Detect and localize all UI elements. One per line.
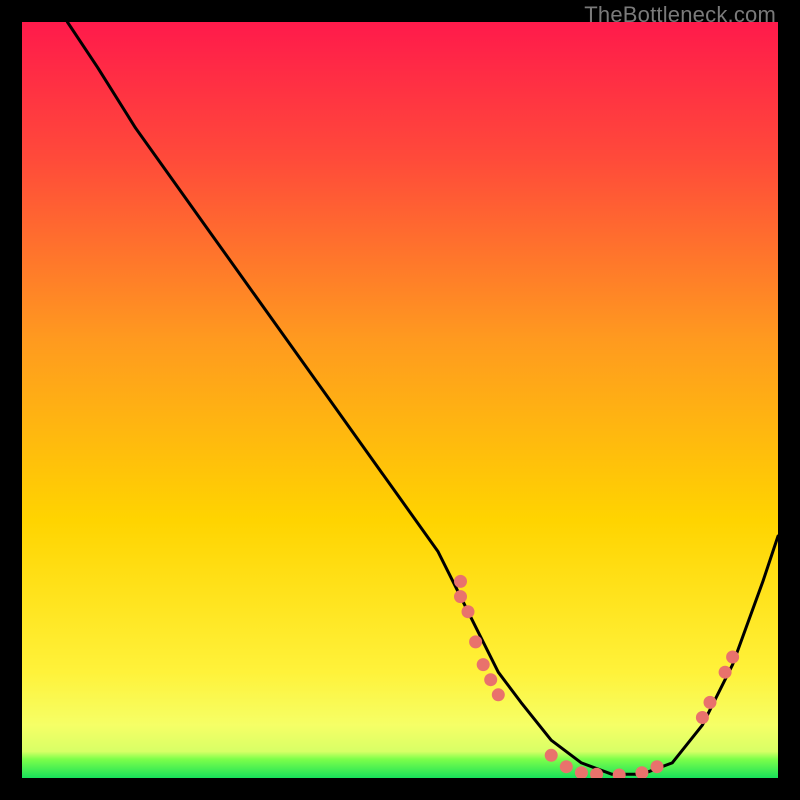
data-marker xyxy=(651,760,664,773)
data-marker xyxy=(484,673,497,686)
data-marker xyxy=(477,658,490,671)
bottleneck-chart xyxy=(22,22,778,778)
data-marker xyxy=(492,688,505,701)
data-marker xyxy=(704,696,717,709)
data-marker xyxy=(469,635,482,648)
data-marker xyxy=(726,651,739,664)
data-marker xyxy=(462,605,475,618)
data-marker xyxy=(560,760,573,773)
data-marker xyxy=(719,666,732,679)
gradient-background xyxy=(22,22,778,778)
data-marker xyxy=(454,575,467,588)
data-marker xyxy=(696,711,709,724)
watermark-text: TheBottleneck.com xyxy=(584,2,776,28)
data-marker xyxy=(545,749,558,762)
chart-frame xyxy=(22,22,778,778)
data-marker xyxy=(454,590,467,603)
